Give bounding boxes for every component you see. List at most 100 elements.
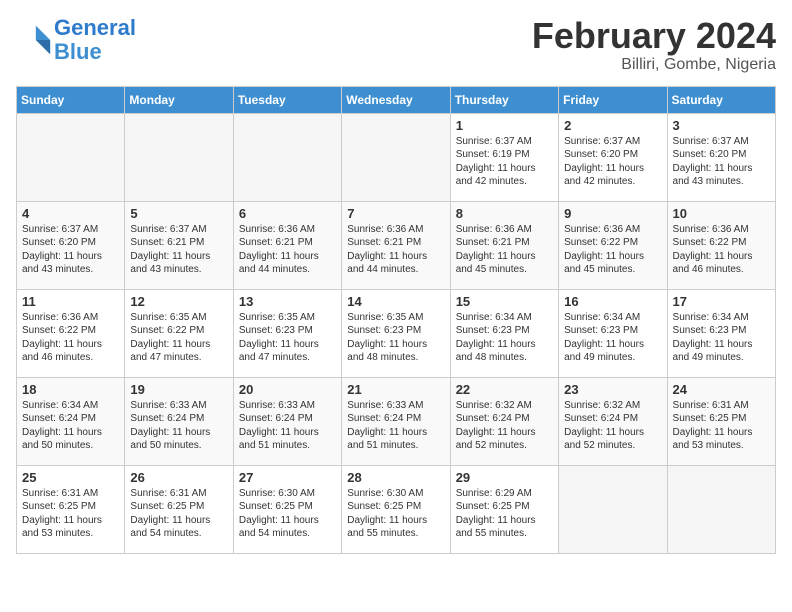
- day-info: Sunrise: 6:37 AMSunset: 6:19 PMDaylight:…: [456, 136, 536, 188]
- calendar-cell: [125, 113, 233, 201]
- day-info: Sunrise: 6:30 AMSunset: 6:25 PMDaylight:…: [347, 488, 427, 540]
- day-number: 16: [564, 294, 661, 309]
- calendar-cell: 8 Sunrise: 6:36 AMSunset: 6:21 PMDaylight…: [450, 201, 558, 289]
- calendar-cell: [17, 113, 125, 201]
- calendar-cell: 3 Sunrise: 6:37 AMSunset: 6:20 PMDaylight…: [667, 113, 775, 201]
- calendar-cell: 21Sunrise: 6:33 AMSunset: 6:24 PMDayligh…: [342, 377, 450, 465]
- day-info: Sunrise: 6:31 AMSunset: 6:25 PMDaylight:…: [673, 400, 753, 452]
- day-info: Sunrise: 6:30 AMSunset: 6:25 PMDaylight:…: [239, 488, 319, 540]
- calendar-cell: 27 Sunrise: 6:30 AMSunset: 6:25 PMDayligh…: [233, 465, 341, 553]
- logo-text: General Blue: [54, 16, 136, 64]
- calendar-cell: 24 Sunrise: 6:31 AMSunset: 6:25 PMDayligh…: [667, 377, 775, 465]
- calendar-cell: 7Sunrise: 6:36 AMSunset: 6:21 PMDaylight…: [342, 201, 450, 289]
- day-info: Sunrise: 6:32 AMSunset: 6:24 PMDaylight:…: [456, 400, 536, 452]
- day-info: Sunrise: 6:34 AMSunset: 6:23 PMDaylight:…: [673, 312, 753, 364]
- calendar-cell: 10 Sunrise: 6:36 AMSunset: 6:22 PMDayligh…: [667, 201, 775, 289]
- calendar-week-3: 11 Sunrise: 6:36 AMSunset: 6:22 PMDayligh…: [17, 289, 776, 377]
- day-number: 11: [22, 294, 119, 309]
- logo-line2: Blue: [54, 39, 102, 64]
- day-number: 19: [130, 382, 227, 397]
- month-title: February 2024: [532, 16, 776, 56]
- weekday-header-wednesday: Wednesday: [342, 86, 450, 113]
- calendar-week-2: 4Sunrise: 6:37 AMSunset: 6:20 PMDaylight…: [17, 201, 776, 289]
- calendar-cell: 18Sunrise: 6:34 AMSunset: 6:24 PMDayligh…: [17, 377, 125, 465]
- calendar-cell: 6 Sunrise: 6:36 AMSunset: 6:21 PMDaylight…: [233, 201, 341, 289]
- calendar-cell: 1 Sunrise: 6:37 AMSunset: 6:19 PMDaylight…: [450, 113, 558, 201]
- day-info: Sunrise: 6:37 AMSunset: 6:20 PMDaylight:…: [22, 224, 102, 276]
- day-number: 1: [456, 118, 553, 133]
- calendar-cell: [559, 465, 667, 553]
- calendar-cell: 28 Sunrise: 6:30 AMSunset: 6:25 PMDayligh…: [342, 465, 450, 553]
- day-number: 24: [673, 382, 770, 397]
- day-number: 2: [564, 118, 661, 133]
- day-number: 20: [239, 382, 336, 397]
- day-number: 22: [456, 382, 553, 397]
- day-info: Sunrise: 6:36 AMSunset: 6:22 PMDaylight:…: [22, 312, 102, 364]
- calendar-cell: 2 Sunrise: 6:37 AMSunset: 6:20 PMDaylight…: [559, 113, 667, 201]
- day-number: 6: [239, 206, 336, 221]
- day-number: 5: [130, 206, 227, 221]
- day-info: Sunrise: 6:35 AMSunset: 6:23 PMDaylight:…: [347, 312, 427, 364]
- calendar-week-1: 1 Sunrise: 6:37 AMSunset: 6:19 PMDaylight…: [17, 113, 776, 201]
- calendar-week-5: 25 Sunrise: 6:31 AMSunset: 6:25 PMDayligh…: [17, 465, 776, 553]
- weekday-header-thursday: Thursday: [450, 86, 558, 113]
- calendar-cell: [233, 113, 341, 201]
- day-info: Sunrise: 6:29 AMSunset: 6:25 PMDaylight:…: [456, 488, 536, 540]
- weekday-header-row: SundayMondayTuesdayWednesdayThursdayFrid…: [17, 86, 776, 113]
- calendar-cell: 19 Sunrise: 6:33 AMSunset: 6:24 PMDayligh…: [125, 377, 233, 465]
- calendar-cell: 29 Sunrise: 6:29 AMSunset: 6:25 PMDayligh…: [450, 465, 558, 553]
- calendar-cell: 11 Sunrise: 6:36 AMSunset: 6:22 PMDayligh…: [17, 289, 125, 377]
- calendar-cell: 23Sunrise: 6:32 AMSunset: 6:24 PMDayligh…: [559, 377, 667, 465]
- day-number: 21: [347, 382, 444, 397]
- day-number: 3: [673, 118, 770, 133]
- calendar-cell: 15 Sunrise: 6:34 AMSunset: 6:23 PMDayligh…: [450, 289, 558, 377]
- day-number: 18: [22, 382, 119, 397]
- weekday-header-tuesday: Tuesday: [233, 86, 341, 113]
- day-info: Sunrise: 6:37 AMSunset: 6:20 PMDaylight:…: [564, 136, 644, 188]
- day-info: Sunrise: 6:36 AMSunset: 6:21 PMDaylight:…: [456, 224, 536, 276]
- page-header: General Blue February 2024 Billiri, Gomb…: [16, 16, 776, 74]
- logo-line1: General: [54, 15, 136, 40]
- calendar-cell: 22 Sunrise: 6:32 AMSunset: 6:24 PMDayligh…: [450, 377, 558, 465]
- calendar-cell: [342, 113, 450, 201]
- day-number: 17: [673, 294, 770, 309]
- title-block: February 2024 Billiri, Gombe, Nigeria: [532, 16, 776, 74]
- day-number: 28: [347, 470, 444, 485]
- calendar-cell: 13 Sunrise: 6:35 AMSunset: 6:23 PMDayligh…: [233, 289, 341, 377]
- calendar-cell: 9Sunrise: 6:36 AMSunset: 6:22 PMDaylight…: [559, 201, 667, 289]
- location: Billiri, Gombe, Nigeria: [532, 56, 776, 74]
- logo: General Blue: [16, 16, 136, 64]
- day-info: Sunrise: 6:35 AMSunset: 6:22 PMDaylight:…: [130, 312, 210, 364]
- day-info: Sunrise: 6:36 AMSunset: 6:21 PMDaylight:…: [347, 224, 427, 276]
- weekday-header-saturday: Saturday: [667, 86, 775, 113]
- day-number: 27: [239, 470, 336, 485]
- calendar-cell: 26 Sunrise: 6:31 AMSunset: 6:25 PMDayligh…: [125, 465, 233, 553]
- logo-icon: [16, 22, 52, 58]
- day-info: Sunrise: 6:37 AMSunset: 6:20 PMDaylight:…: [673, 136, 753, 188]
- day-number: 23: [564, 382, 661, 397]
- calendar-cell: 16 Sunrise: 6:34 AMSunset: 6:23 PMDayligh…: [559, 289, 667, 377]
- weekday-header-friday: Friday: [559, 86, 667, 113]
- day-info: Sunrise: 6:36 AMSunset: 6:21 PMDaylight:…: [239, 224, 319, 276]
- calendar-table: SundayMondayTuesdayWednesdayThursdayFrid…: [16, 86, 776, 554]
- day-info: Sunrise: 6:34 AMSunset: 6:23 PMDaylight:…: [456, 312, 536, 364]
- day-info: Sunrise: 6:36 AMSunset: 6:22 PMDaylight:…: [673, 224, 753, 276]
- day-number: 13: [239, 294, 336, 309]
- day-number: 12: [130, 294, 227, 309]
- day-info: Sunrise: 6:35 AMSunset: 6:23 PMDaylight:…: [239, 312, 319, 364]
- day-info: Sunrise: 6:34 AMSunset: 6:23 PMDaylight:…: [564, 312, 644, 364]
- day-number: 8: [456, 206, 553, 221]
- calendar-cell: 14 Sunrise: 6:35 AMSunset: 6:23 PMDayligh…: [342, 289, 450, 377]
- calendar-cell: [667, 465, 775, 553]
- day-number: 15: [456, 294, 553, 309]
- day-info: Sunrise: 6:31 AMSunset: 6:25 PMDaylight:…: [130, 488, 210, 540]
- day-info: Sunrise: 6:36 AMSunset: 6:22 PMDaylight:…: [564, 224, 644, 276]
- day-info: Sunrise: 6:31 AMSunset: 6:25 PMDaylight:…: [22, 488, 102, 540]
- day-number: 29: [456, 470, 553, 485]
- day-number: 26: [130, 470, 227, 485]
- day-number: 14: [347, 294, 444, 309]
- day-number: 25: [22, 470, 119, 485]
- day-info: Sunrise: 6:33 AMSunset: 6:24 PMDaylight:…: [130, 400, 210, 452]
- calendar-week-4: 18Sunrise: 6:34 AMSunset: 6:24 PMDayligh…: [17, 377, 776, 465]
- day-number: 10: [673, 206, 770, 221]
